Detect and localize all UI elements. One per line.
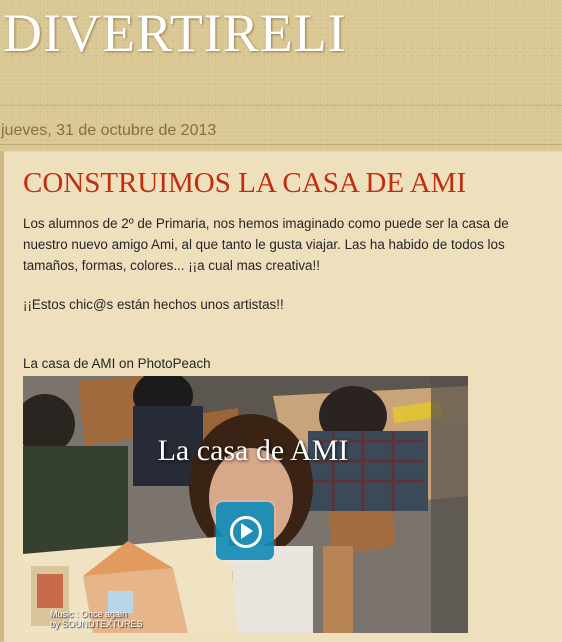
post-paragraph: ¡¡Estos chic@s están hechos unos artista… [23, 297, 284, 312]
date-divider [0, 144, 562, 145]
embed-caption[interactable]: La casa de AMI on PhotoPeach [23, 356, 211, 371]
post-paragraph: Los alumnos de 2º de Primaria, nos hemos… [23, 216, 509, 273]
post-date: jueves, 31 de octubre de 2013 [1, 122, 217, 139]
blog-title[interactable]: DIVERTIRELI [3, 2, 347, 64]
header-divider [0, 105, 562, 106]
video-player[interactable]: La casa de AMI Music : Once again by SOUN… [23, 376, 468, 633]
music-credit-line2: by SOUNDTEXTURES [50, 619, 143, 629]
post-title[interactable]: CONSTRUIMOS LA CASA DE AMI [23, 166, 466, 200]
play-button[interactable] [216, 502, 274, 560]
play-triangle-icon [241, 523, 253, 539]
music-credit: Music : Once again by SOUNDTEXTURES [50, 609, 143, 629]
video-title: La casa de AMI [157, 434, 349, 467]
music-credit-line1: Music : Once again [50, 609, 128, 619]
